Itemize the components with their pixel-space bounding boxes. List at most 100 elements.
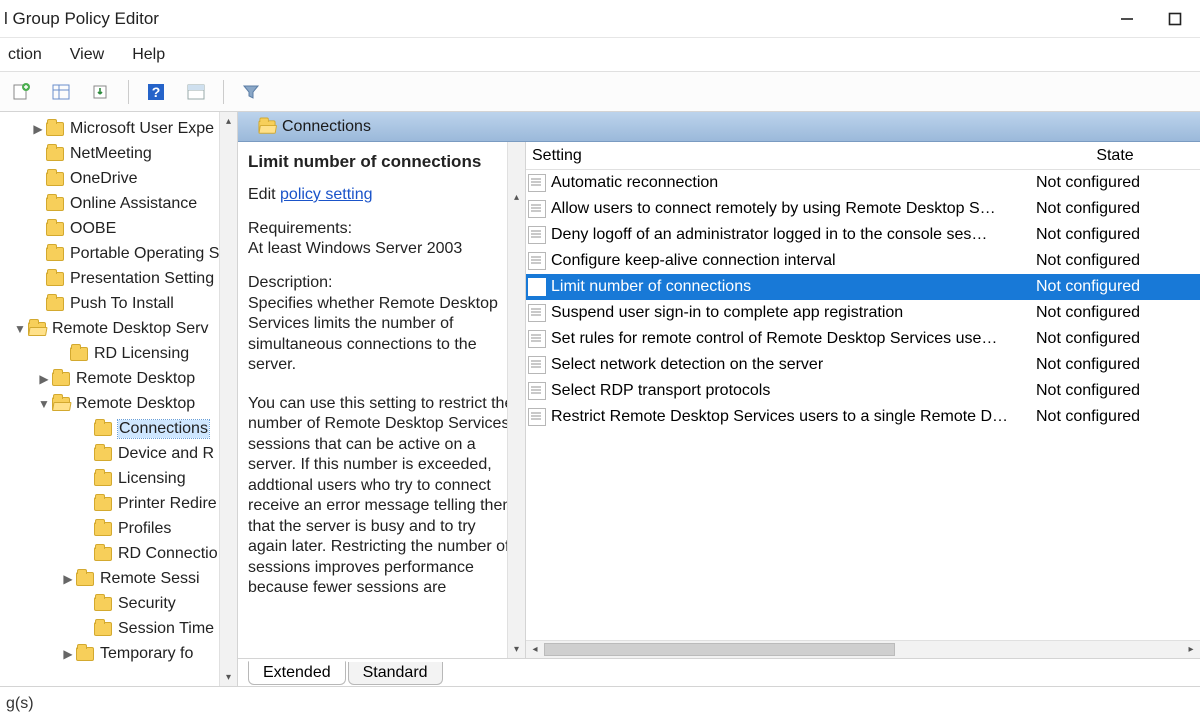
path-header: Connections [238, 112, 1200, 142]
scroll-left-icon[interactable]: ◂ [526, 644, 544, 655]
tree-item[interactable]: ▶ Temporary fo [0, 641, 237, 666]
tree-item[interactable]: Device and R [0, 441, 237, 466]
chevron-right-icon[interactable]: ▶ [60, 647, 76, 661]
list-row-label: Set rules for remote control of Remote D… [551, 330, 1030, 348]
list-body[interactable]: Automatic reconnectionNot configured Allo… [526, 170, 1200, 640]
column-setting[interactable]: Setting [526, 147, 1030, 165]
list-row-label: Select RDP transport protocols [551, 382, 1030, 400]
list-row-label: Allow users to connect remotely by using… [551, 200, 1030, 218]
toolbar-properties-icon[interactable] [181, 77, 211, 107]
scroll-track[interactable] [544, 641, 1182, 658]
list-row[interactable]: Allow users to connect remotely by using… [526, 196, 1200, 222]
menu-action[interactable]: ction [4, 44, 46, 66]
list-row-label: Select network detection on the server [551, 356, 1030, 374]
tree-item[interactable]: Connections [0, 416, 237, 441]
tree-item[interactable]: Portable Operating S [0, 241, 237, 266]
scroll-up-icon[interactable]: ▴ [508, 188, 525, 206]
policy-heading: Limit number of connections [248, 152, 517, 172]
folder-icon [94, 472, 112, 486]
policy-icon [528, 278, 546, 296]
description-body-2: You can use this setting to restrict the… [248, 394, 517, 599]
menu-help[interactable]: Help [128, 44, 169, 66]
tree-item[interactable]: ▼Remote Desktop [0, 391, 237, 416]
folder-icon [46, 297, 64, 311]
chevron-right-icon[interactable]: ▶ [36, 372, 52, 386]
tab-extended[interactable]: Extended [248, 661, 346, 685]
list-horizontal-scrollbar[interactable]: ◂ ▸ [526, 640, 1200, 658]
column-state[interactable]: State [1030, 147, 1200, 165]
tree-item[interactable]: Presentation Setting [0, 266, 237, 291]
tree-item-label: Remote Desktop [76, 370, 195, 388]
menu-view[interactable]: View [66, 44, 108, 66]
tree-item[interactable]: NetMeeting [0, 141, 237, 166]
description-scrollbar[interactable]: ▴ ▾ [507, 142, 525, 658]
toolbar-new-icon[interactable] [6, 77, 36, 107]
toolbar-separator [223, 80, 224, 104]
tree-item[interactable]: ▶ Remote Desktop [0, 366, 237, 391]
tree-item[interactable]: RD Connectio [0, 541, 237, 566]
policy-icon [528, 252, 546, 270]
chevron-right-icon[interactable]: ▶ [30, 122, 46, 136]
list-row[interactable]: Suspend user sign-in to complete app reg… [526, 300, 1200, 326]
list-row[interactable]: Set rules for remote control of Remote D… [526, 326, 1200, 352]
chevron-right-icon[interactable]: ▶ [60, 572, 76, 586]
list-row-label: Restrict Remote Desktop Services users t… [551, 408, 1030, 426]
tree-item-label: Remote Sessi [100, 570, 200, 588]
tree-item[interactable]: RD Licensing [0, 341, 237, 366]
tree-item-label: OOBE [70, 220, 116, 238]
tree-item[interactable]: Profiles [0, 516, 237, 541]
tree-item[interactable]: Push To Install [0, 291, 237, 316]
tree-item[interactable]: Licensing [0, 466, 237, 491]
chevron-down-icon[interactable]: ▼ [12, 322, 28, 336]
tree-item[interactable]: Printer Redire [0, 491, 237, 516]
tree-item[interactable]: ▶ Remote Sessi [0, 566, 237, 591]
tree-item-label: Temporary fo [100, 645, 193, 663]
scroll-right-icon[interactable]: ▸ [1182, 644, 1200, 655]
list-row[interactable]: Configure keep-alive connection interval… [526, 248, 1200, 274]
policy-icon [528, 304, 546, 322]
maximize-button[interactable] [1164, 8, 1186, 30]
tree-item[interactable]: Online Assistance [0, 191, 237, 216]
description-body-1: Specifies whether Remote Desktop Service… [248, 294, 517, 376]
list-row-state: Not configured [1030, 174, 1200, 192]
list-header: Setting State [526, 142, 1200, 170]
toolbar-filter-icon[interactable] [236, 77, 266, 107]
list-row[interactable]: Select RDP transport protocolsNot config… [526, 378, 1200, 404]
minimize-button[interactable] [1116, 8, 1138, 30]
tree-pane: ▶Microsoft User ExpeNetMeetingOneDriveOn… [0, 112, 238, 686]
list-row-state: Not configured [1030, 278, 1200, 296]
folder-icon [46, 197, 64, 211]
edit-policy-link[interactable]: policy setting [280, 186, 373, 203]
tree-item[interactable]: ▶Microsoft User Expe [0, 116, 237, 141]
tree-item[interactable]: OneDrive [0, 166, 237, 191]
tab-standard[interactable]: Standard [348, 662, 443, 685]
window-title: l Group Policy Editor [4, 9, 159, 29]
tree[interactable]: ▶Microsoft User ExpeNetMeetingOneDriveOn… [0, 112, 237, 666]
list-row[interactable]: Deny logoff of an administrator logged i… [526, 222, 1200, 248]
list-row-state: Not configured [1030, 330, 1200, 348]
toolbar: ? [0, 72, 1200, 112]
scroll-thumb[interactable] [544, 643, 895, 656]
list-row[interactable]: Restrict Remote Desktop Services users t… [526, 404, 1200, 430]
toolbar-help-icon[interactable]: ? [141, 77, 171, 107]
scroll-up-icon[interactable]: ▴ [220, 112, 237, 130]
toolbar-export-icon[interactable] [86, 77, 116, 107]
policy-icon [528, 356, 546, 374]
toolbar-separator [128, 80, 129, 104]
content-split: Limit number of connections Edit policy … [238, 142, 1200, 658]
tree-item[interactable]: Security [0, 591, 237, 616]
list-row[interactable]: Limit number of connectionsNot configure… [526, 274, 1200, 300]
list-row[interactable]: Automatic reconnectionNot configured [526, 170, 1200, 196]
chevron-down-icon[interactable]: ▼ [36, 397, 52, 411]
toolbar-tree-icon[interactable] [46, 77, 76, 107]
tree-item[interactable]: Session Time [0, 616, 237, 641]
scroll-down-icon[interactable]: ▾ [220, 668, 237, 686]
scroll-down-icon[interactable]: ▾ [508, 640, 525, 658]
list-row[interactable]: Select network detection on the serverNo… [526, 352, 1200, 378]
edit-prefix: Edit [248, 186, 280, 203]
tree-item[interactable]: OOBE [0, 216, 237, 241]
folder-icon [94, 497, 112, 511]
tree-item[interactable]: ▼Remote Desktop Serv [0, 316, 237, 341]
folder-icon [94, 422, 112, 436]
tree-scrollbar[interactable]: ▴ ▾ [219, 112, 237, 686]
